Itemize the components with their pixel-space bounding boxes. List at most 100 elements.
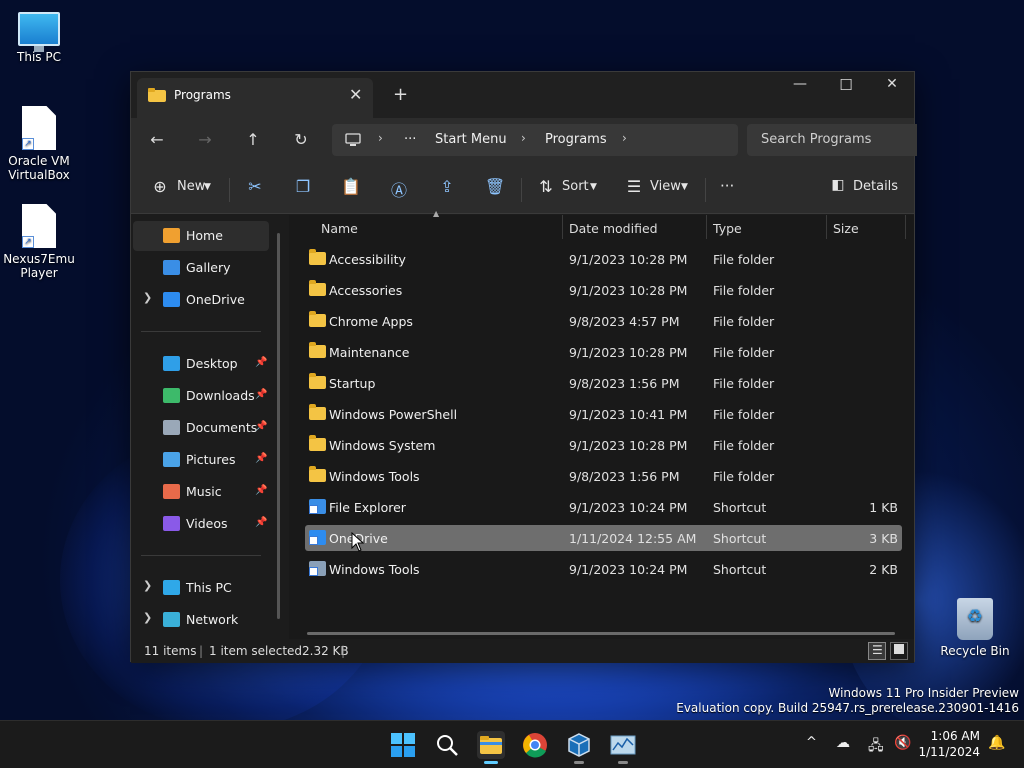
column-header-date[interactable]: Date modified (569, 221, 658, 245)
copy-icon[interactable]: ❐ (292, 177, 314, 196)
taskbar-chrome[interactable] (521, 731, 549, 759)
taskbar-file-explorer[interactable] (477, 731, 505, 764)
back-button[interactable]: ← (145, 130, 169, 149)
chevron-right-icon[interactable]: ❯ (143, 291, 152, 304)
start-button[interactable] (389, 731, 417, 759)
file-row[interactable]: Windows Tools 9/1/2023 10:24 PM Shortcut 2 … (305, 556, 902, 582)
address-overflow[interactable]: ··· (404, 132, 416, 147)
refresh-button[interactable]: ↻ (289, 130, 313, 149)
file-row[interactable]: Maintenance 9/1/2023 10:28 PM File folder (305, 339, 902, 365)
file-row[interactable]: Accessories 9/1/2023 10:28 PM File folder (305, 277, 902, 303)
network-tray-icon[interactable]: 🖧 (868, 735, 884, 759)
file-row[interactable]: OneDrive1/11/2024 12:55 AMShortcut3 KB (305, 525, 902, 551)
download-icon (163, 388, 180, 403)
sidebar-item-music[interactable]: Music 📌 (133, 477, 269, 507)
see-more-button[interactable]: ··· (720, 177, 734, 195)
volume-muted-icon[interactable]: 🔇 (894, 735, 911, 751)
windows-logo-icon (391, 733, 415, 757)
column-divider[interactable] (826, 215, 827, 239)
pin-icon[interactable]: 📌 (255, 517, 267, 528)
file-date-modified: 9/1/2023 10:28 PM (569, 345, 688, 360)
sidebar-divider (141, 555, 261, 556)
taskbar-clock[interactable]: 1:06 AM 1/11/2024 (918, 728, 980, 760)
paste-icon[interactable]: 📋 (340, 177, 362, 196)
desktop-icon-this-pc[interactable]: This PC (0, 12, 78, 64)
maximize-button[interactable]: ☐ (823, 76, 869, 94)
file-row[interactable]: Windows Tools 9/8/2023 1:56 PM File folder (305, 463, 902, 489)
minimize-button[interactable]: — (777, 76, 823, 92)
cut-icon[interactable]: ✂ (244, 177, 266, 196)
sidebar-item-downloads[interactable]: Downloads 📌 (133, 381, 269, 411)
onedrive-tray-icon[interactable]: ☁ (836, 735, 850, 751)
share-icon[interactable]: ⇪ (436, 177, 458, 196)
pin-icon[interactable]: 📌 (255, 421, 267, 432)
chevron-right-icon[interactable]: ❯ (143, 579, 152, 592)
breadcrumb-start-menu[interactable]: Start Menu (435, 132, 507, 147)
column-header-name[interactable]: Name (321, 221, 358, 245)
pin-icon[interactable]: 📌 (255, 453, 267, 464)
sidebar-scrollbar[interactable] (277, 233, 280, 619)
column-divider[interactable] (905, 215, 906, 239)
pin-icon[interactable]: 📌 (255, 389, 267, 400)
sidebar-item-pictures[interactable]: Pictures 📌 (133, 445, 269, 475)
address-bar[interactable]: › ··· Start Menu › Programs › (332, 124, 738, 156)
file-row[interactable]: File Explorer 9/1/2023 10:24 PM Shortcut 1 … (305, 494, 902, 520)
chevron-down-icon: ▼ (590, 182, 597, 192)
tab-programs[interactable]: Programs ✕ (137, 78, 373, 118)
file-row[interactable]: Accessibility 9/1/2023 10:28 PM File folde… (305, 246, 902, 272)
sidebar-item-desktop[interactable]: Desktop 📌 (133, 349, 269, 379)
close-window-button[interactable]: ✕ (869, 76, 915, 92)
performance-monitor-icon (610, 735, 636, 755)
file-name: Chrome Apps (329, 314, 413, 329)
show-hidden-icons-button[interactable]: ^ (806, 735, 817, 750)
sidebar-item-onedrive[interactable]: ❯ OneDrive (133, 285, 269, 315)
up-button[interactable]: ↑ (241, 130, 265, 149)
column-divider[interactable] (562, 215, 563, 239)
large-icons-view-button[interactable] (890, 642, 908, 660)
this-pc-icon (163, 580, 180, 595)
delete-icon[interactable]: 🗑 (484, 177, 506, 196)
search-input[interactable]: Search Programs (747, 124, 917, 156)
sidebar-item-documents[interactable]: Documents 📌 (133, 413, 269, 443)
close-tab-icon[interactable]: ✕ (349, 85, 362, 104)
file-row[interactable]: Startup 9/8/2023 1:56 PM File folder (305, 370, 902, 396)
column-header-size[interactable]: Size (833, 221, 859, 245)
folder-icon (148, 88, 166, 102)
sidebar-item-home[interactable]: Home (133, 221, 269, 251)
details-view-button[interactable]: ☰ (868, 642, 886, 660)
rename-icon[interactable]: Ⓐ (388, 177, 410, 201)
command-bar: ⊕ New ▼ ✂ ❐ 📋 Ⓐ ⇪ 🗑 ⇅ Sort ▼ ☰ View ▼ ··… (131, 166, 914, 214)
file-row[interactable]: Windows PowerShell 9/1/2023 10:41 PM File … (305, 401, 902, 427)
clock-date: 1/11/2024 (918, 745, 980, 759)
desktop-icon-nexus7emu[interactable]: ↗ Nexus7Emu Player (0, 204, 78, 280)
desktop-icon-recycle-bin[interactable]: ♻ Recycle Bin (936, 598, 1014, 658)
chevron-right-icon[interactable]: ❯ (143, 611, 152, 624)
cloud-icon (163, 292, 180, 307)
file-row[interactable]: Windows System 9/1/2023 10:28 PM File fold… (305, 432, 902, 458)
breadcrumb-programs[interactable]: Programs (545, 132, 607, 147)
pin-icon[interactable]: 📌 (255, 357, 267, 368)
sidebar-item-network[interactable]: ❯ Network (133, 605, 269, 635)
taskbar-virtualbox[interactable] (565, 731, 593, 764)
new-tab-button[interactable]: + (393, 84, 408, 105)
sidebar-item-gallery[interactable]: Gallery (133, 253, 269, 283)
desktop-icon-label: Recycle Bin (940, 644, 1010, 658)
new-button-label: New (177, 179, 206, 194)
forward-button[interactable]: → (193, 130, 217, 149)
file-row[interactable]: Chrome Apps 9/8/2023 4:57 PM File folder (305, 308, 902, 334)
notification-bell-icon[interactable]: 🔔 (988, 735, 1005, 751)
pin-icon[interactable]: 📌 (255, 485, 267, 496)
horizontal-scrollbar[interactable] (307, 632, 895, 635)
navigation-pane: Home Gallery ❯ OneDrive Desktop 📌 Downlo… (131, 215, 289, 639)
column-header-type[interactable]: Type (713, 221, 742, 245)
sidebar-item-videos[interactable]: Videos 📌 (133, 509, 269, 539)
desktop-icon-virtualbox[interactable]: ↗ Oracle VM VirtualBox (0, 106, 78, 182)
taskbar-resource-monitor[interactable] (609, 731, 637, 764)
sidebar-item-this-pc[interactable]: ❯ This PC (133, 573, 269, 603)
folder-icon (309, 404, 326, 420)
column-divider[interactable] (706, 215, 707, 239)
file-list: ▲ Name Date modified Type Size Accessibi… (291, 209, 914, 639)
sort-icon: ⇅ (539, 177, 553, 196)
file-size: 2 KB (869, 562, 898, 577)
search-button[interactable] (433, 731, 461, 759)
